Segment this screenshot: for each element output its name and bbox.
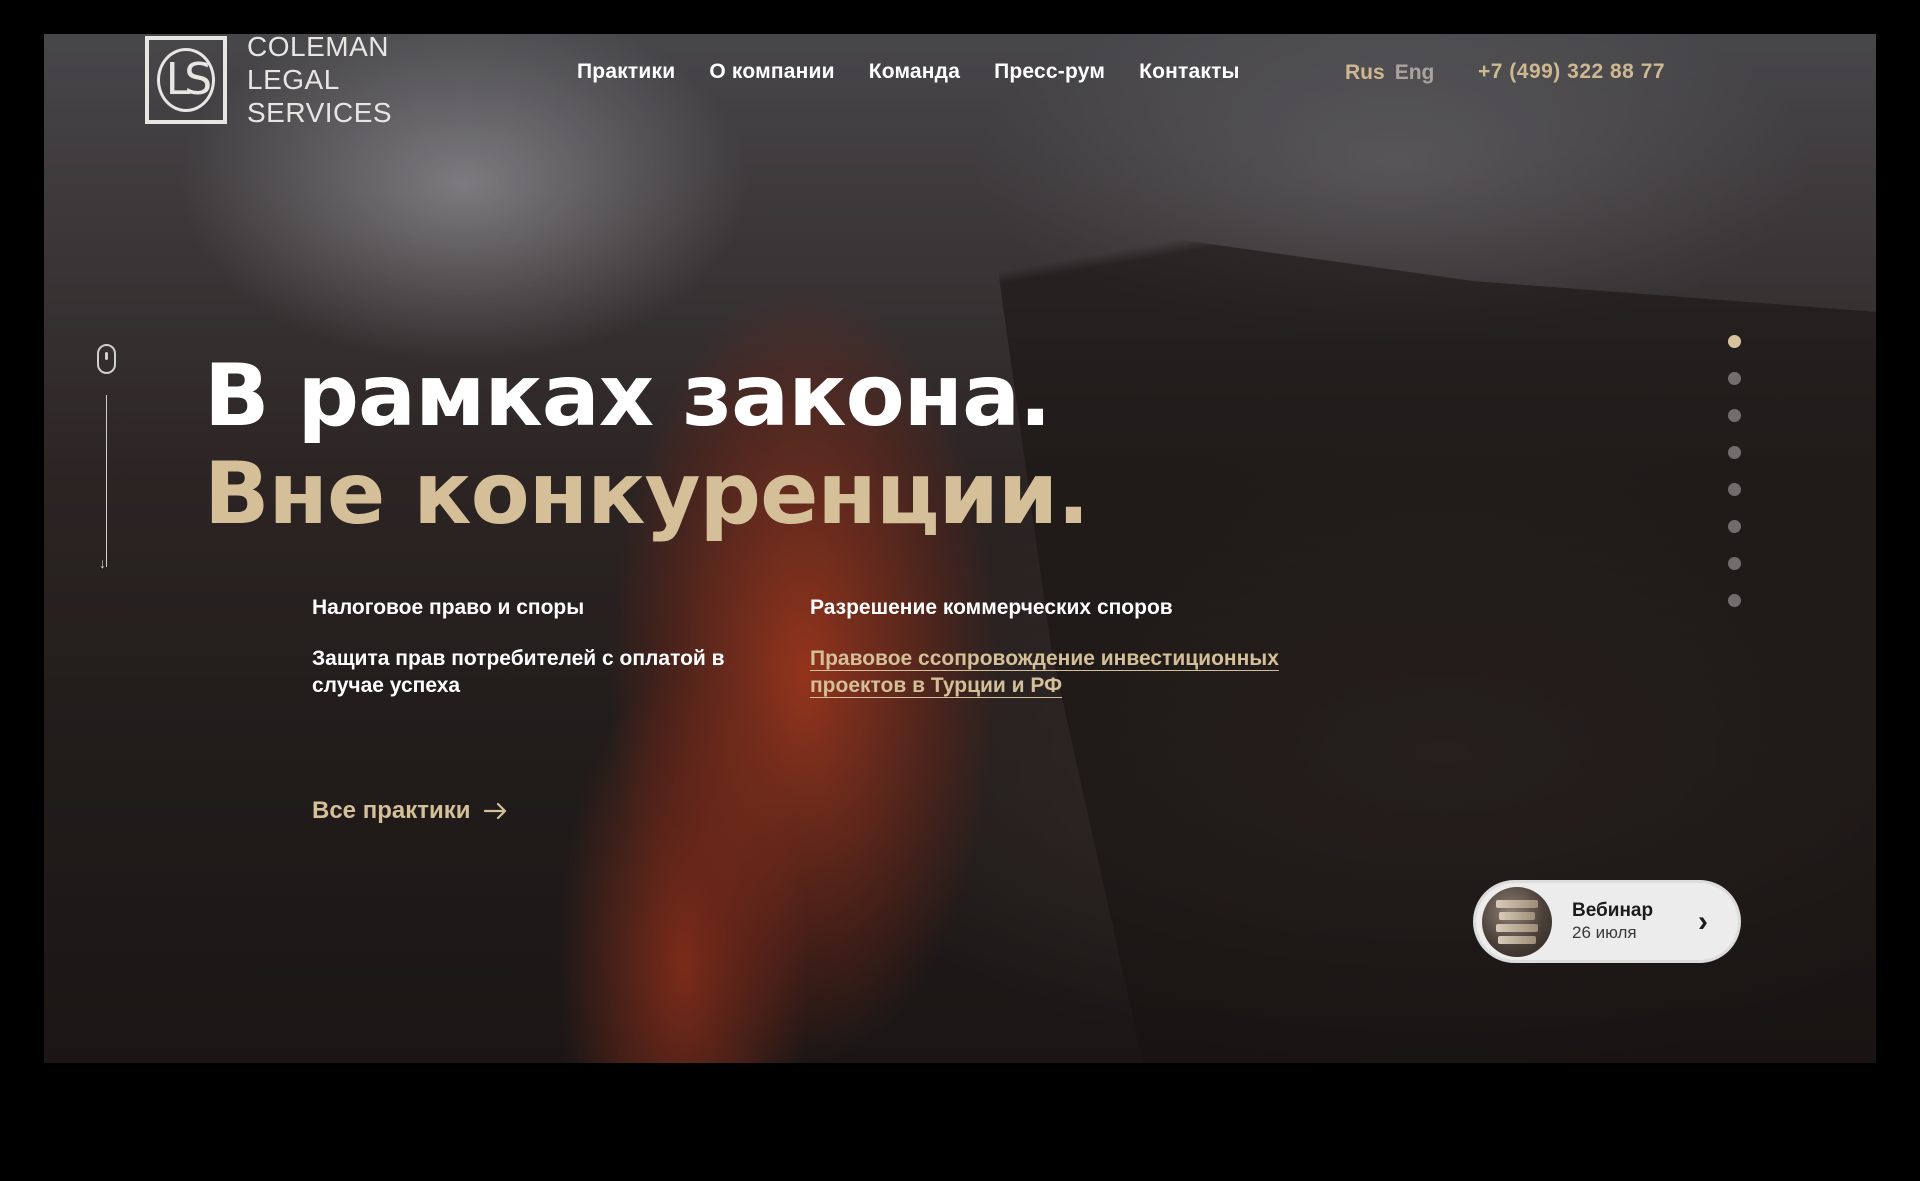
slide-dot-3[interactable] xyxy=(1728,409,1741,422)
nav-item-about[interactable]: О компании xyxy=(709,60,834,84)
practices-list: Налоговое право и споры Разрешение комме… xyxy=(312,594,1330,699)
headline-line-2: Вне конкуренции. xyxy=(204,444,1090,544)
logo-line-2: LEGAL xyxy=(247,64,340,95)
logo-line-1: COLEMAN xyxy=(247,31,389,62)
nav-item-practices[interactable]: Практики xyxy=(577,60,675,84)
arrow-down-icon: ↓ xyxy=(99,555,106,571)
practice-consumer[interactable]: Защита прав потребителей с оплатой в слу… xyxy=(312,645,752,699)
phone-link[interactable]: +7 (499) 322 88 77 xyxy=(1478,60,1665,84)
chevron-right-icon: › xyxy=(1698,904,1708,938)
webinar-date: 26 июля xyxy=(1572,922,1637,942)
practice-commercial[interactable]: Разрешение коммерческих споров xyxy=(810,594,1330,621)
slide-dot-4[interactable] xyxy=(1728,446,1741,459)
slide-dot-5[interactable] xyxy=(1728,483,1741,496)
logo-text: COLEMAN LEGAL SERVICES xyxy=(247,30,392,129)
webinar-title: Вебинар xyxy=(1572,899,1654,921)
logo[interactable]: LS COLEMAN LEGAL SERVICES xyxy=(145,30,392,129)
slide-dot-6[interactable] xyxy=(1728,520,1741,533)
logo-mark: LS xyxy=(145,35,227,124)
logo-letters: LS xyxy=(157,47,215,112)
main-nav: Практики О компании Команда Пресс-рум Ко… xyxy=(577,60,1240,84)
practice-tax[interactable]: Налоговое право и споры xyxy=(312,594,810,621)
all-practices-label: Все практики xyxy=(312,797,471,824)
nav-item-press[interactable]: Пресс-рум xyxy=(994,60,1105,84)
nav-item-contacts[interactable]: Контакты xyxy=(1139,60,1240,84)
slide-dot-2[interactable] xyxy=(1728,372,1741,385)
mouse-icon xyxy=(97,344,116,374)
nav-item-team[interactable]: Команда xyxy=(869,60,960,84)
lang-rus[interactable]: Rus xyxy=(1345,61,1385,85)
scroll-line xyxy=(106,395,107,567)
hero-headline: В рамках закона. Вне конкуренции. xyxy=(204,346,1090,544)
webinar-button[interactable]: Вебинар 26 июля › xyxy=(1473,880,1741,963)
language-switcher: Rus Eng xyxy=(1345,61,1434,85)
practice-investment[interactable]: Правовое ссопровождение инвестиционных п… xyxy=(810,645,1310,699)
slide-dot-1[interactable] xyxy=(1728,335,1741,348)
headline-line-1: В рамках закона. xyxy=(204,346,1052,446)
arrow-right-icon xyxy=(484,802,507,820)
lang-eng[interactable]: Eng xyxy=(1395,61,1435,85)
logo-line-3: SERVICES xyxy=(247,97,393,128)
webinar-thumbnail xyxy=(1482,886,1552,957)
webinar-text: Вебинар 26 июля xyxy=(1572,900,1653,944)
slide-dot-8[interactable] xyxy=(1728,594,1741,607)
all-practices-link[interactable]: Все практики xyxy=(312,797,508,825)
slide-dot-7[interactable] xyxy=(1728,557,1741,570)
slide-pagination xyxy=(1728,335,1741,607)
